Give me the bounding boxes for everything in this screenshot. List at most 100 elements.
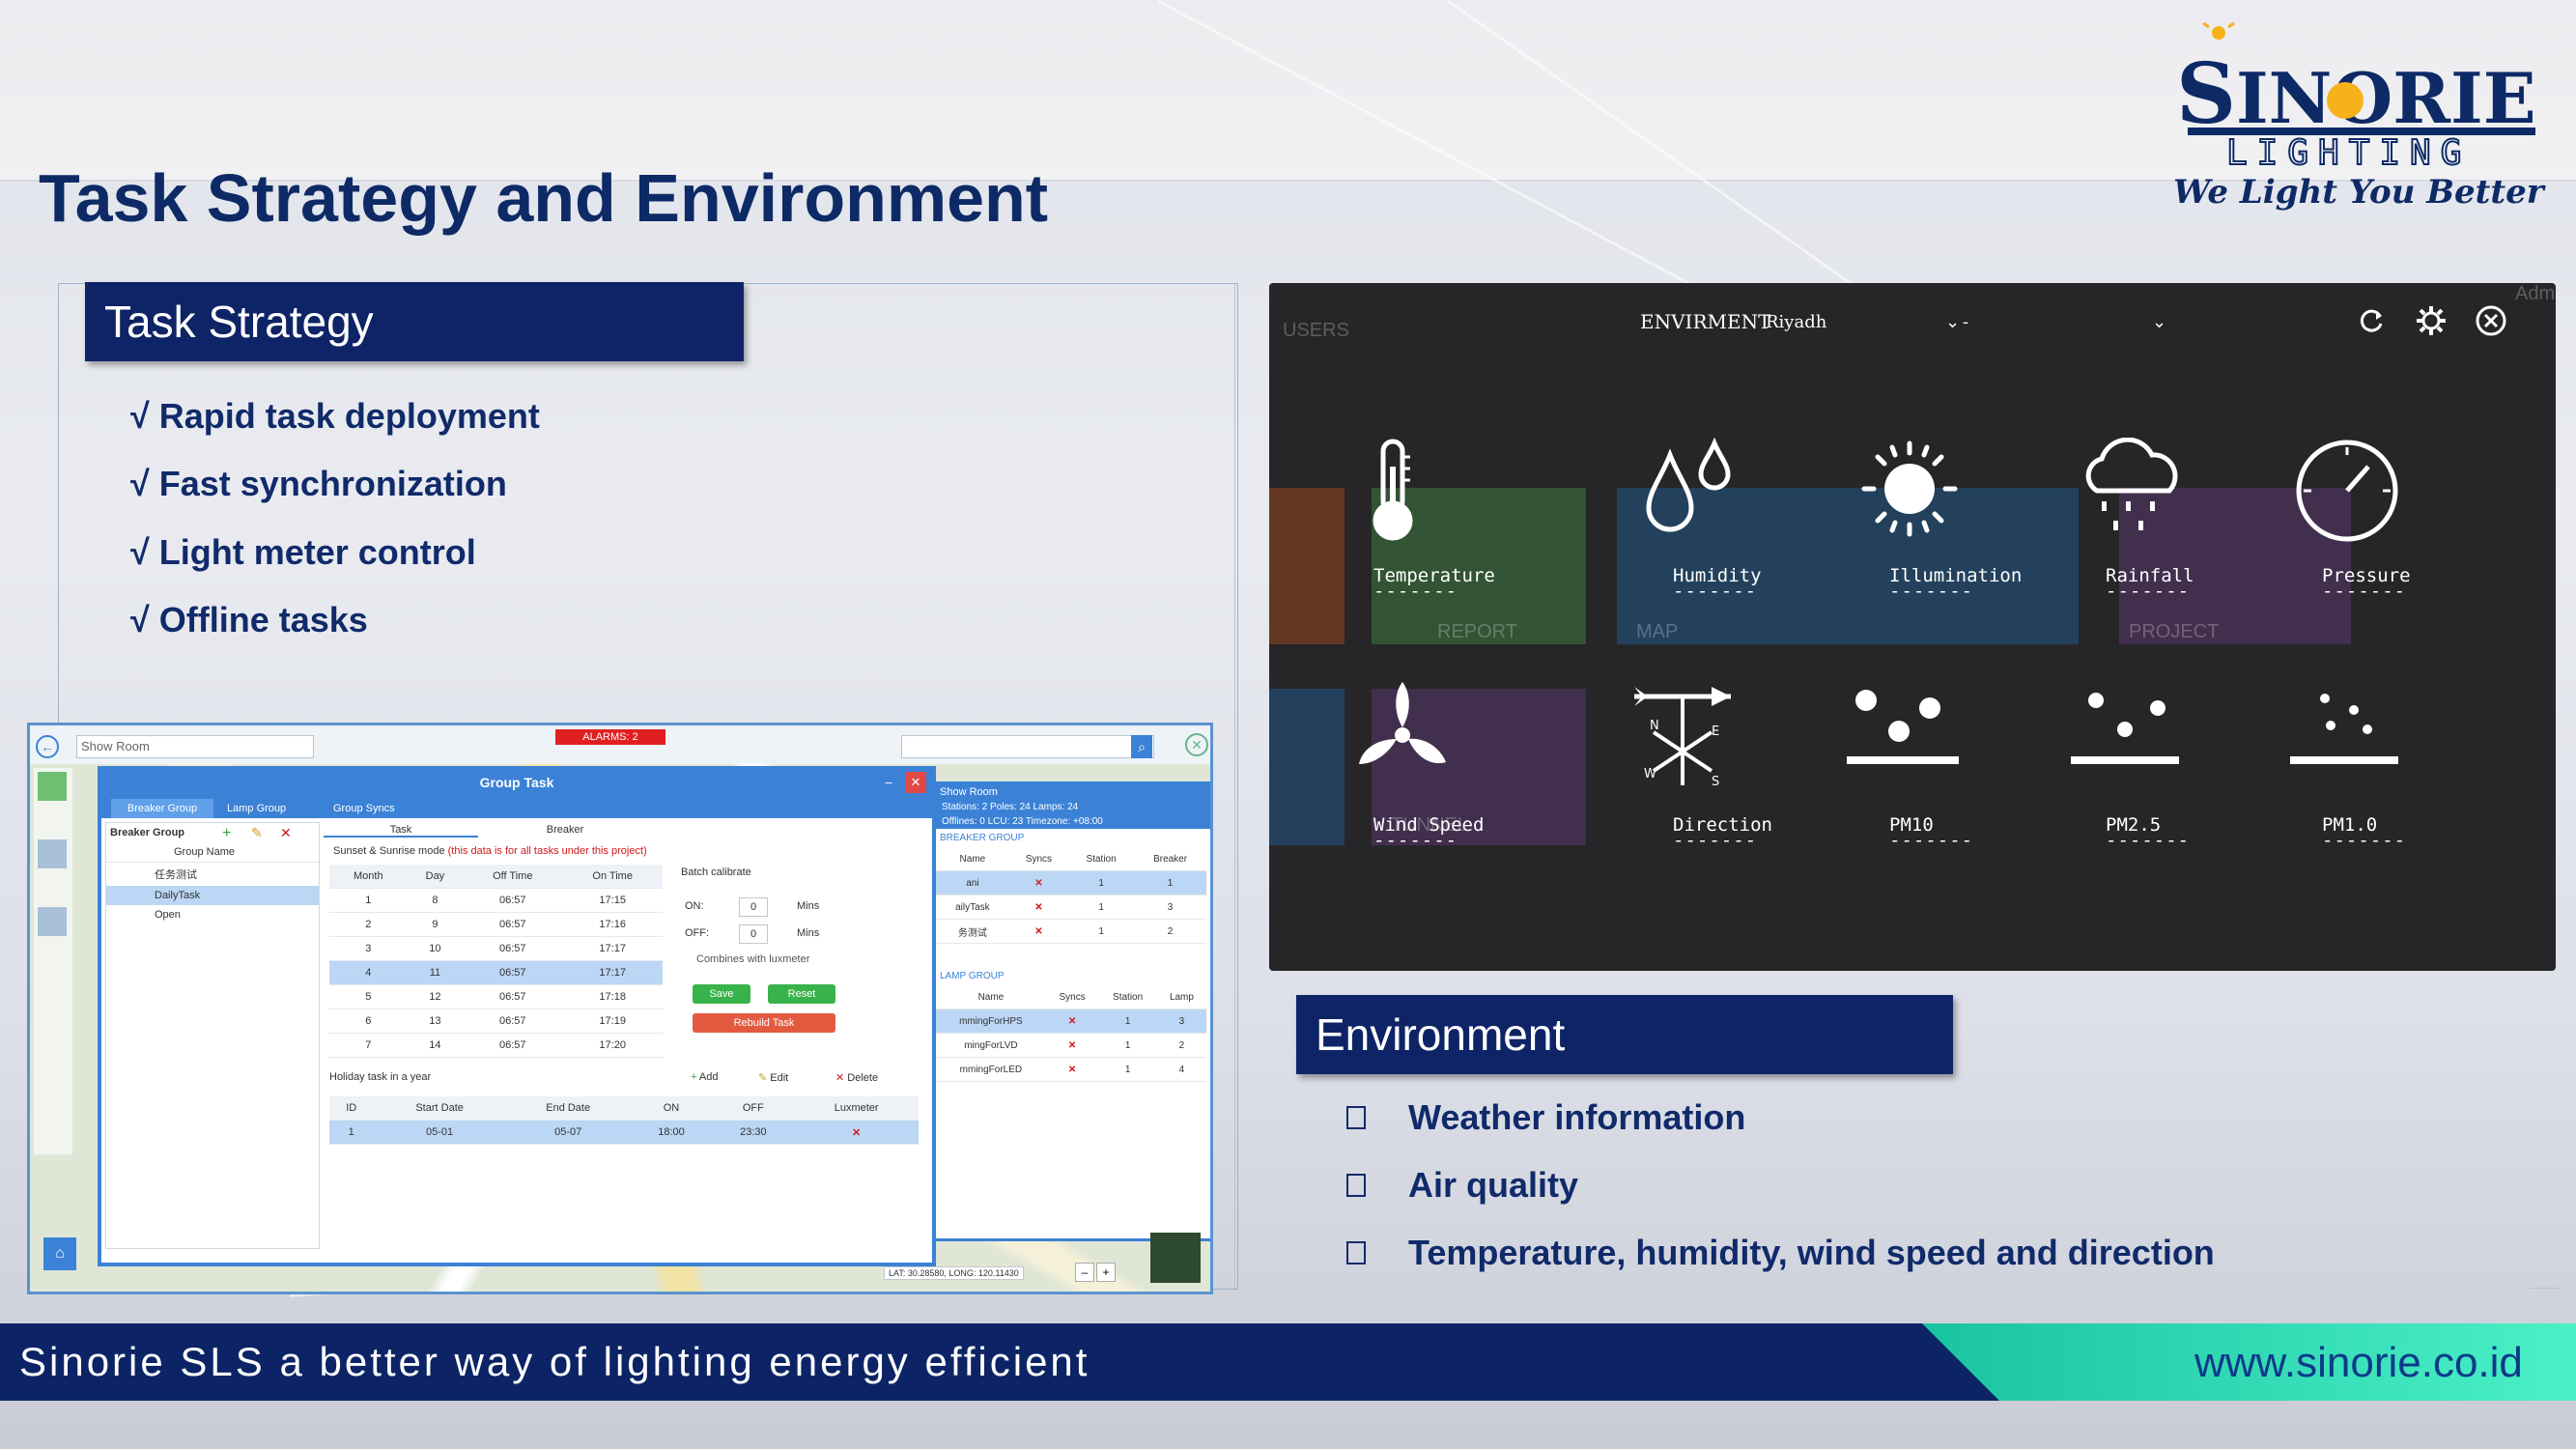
col-luxmeter: Luxmeter: [794, 1096, 919, 1121]
table-row[interactable]: ailyTask ✕ 1 3: [936, 895, 1206, 920]
zoom-in-button[interactable]: +: [1096, 1263, 1116, 1282]
add-icon[interactable]: +: [222, 825, 231, 842]
table-row[interactable]: 6 13 06:57 17:19: [329, 1009, 663, 1034]
minimize-window-icon[interactable]: –: [878, 772, 899, 793]
alarm-badge[interactable]: ALARMS: 2: [555, 729, 665, 745]
slide-title: Task Strategy and Environment: [39, 160, 1049, 236]
table-row[interactable]: mmingForHPS ✕ 1 3: [936, 1009, 1206, 1034]
col: Station: [1098, 985, 1157, 1009]
batch-label: Batch calibrate: [681, 867, 751, 878]
cell: 11: [407, 960, 464, 985]
cell: 1: [1098, 1033, 1157, 1058]
table-row[interactable]: 2 9 06:57 17:16: [329, 912, 663, 937]
table-row[interactable]: 1 8 06:57 17:15: [329, 888, 663, 913]
svg-text:N: N: [1650, 719, 1659, 733]
close-icon[interactable]: ✕: [1185, 733, 1208, 756]
edit-holiday-button[interactable]: ✎ Edit: [758, 1071, 788, 1084]
cell: 12: [407, 984, 464, 1009]
cell: 1: [1068, 895, 1135, 920]
search-icon[interactable]: ⌕: [1131, 735, 1152, 758]
tab-breaker-group[interactable]: Breaker Group: [111, 799, 213, 818]
group-item[interactable]: Open: [106, 905, 319, 924]
website-link[interactable]: www.sinorie.co.id: [2194, 1339, 2523, 1387]
back-icon[interactable]: ←: [36, 735, 59, 758]
add-label: Add: [698, 1071, 719, 1083]
add-holiday-button[interactable]: + Add: [691, 1071, 718, 1083]
close-window-icon[interactable]: ✕: [905, 772, 926, 793]
rebuild-task-button[interactable]: Rebuild Task: [693, 1013, 835, 1033]
close-icon[interactable]: [2475, 304, 2507, 337]
table-row[interactable]: 7 14 06:57 17:20: [329, 1033, 663, 1058]
svg-text:W: W: [1644, 767, 1656, 781]
table-row-selected[interactable]: 4 11 06:57 17:17: [329, 960, 663, 985]
home-icon[interactable]: ⌂: [43, 1237, 76, 1270]
combines-checkbox[interactable]: Combines with luxmeter: [696, 953, 809, 965]
gear-icon[interactable]: [2415, 304, 2448, 337]
x-mark-icon: ✕: [1008, 870, 1069, 895]
cell: 06:57: [463, 1033, 563, 1058]
sidebar-item-station[interactable]: [38, 839, 67, 868]
off-value-field[interactable]: 0: [739, 924, 768, 944]
cell: 06:57: [463, 888, 563, 913]
sensor-direction: Direction -------: [1673, 814, 1866, 851]
add-icon: +: [691, 1071, 699, 1083]
show-room-stats: Stations: 2 Poles: 24 Lamps: 24: [936, 800, 1210, 814]
refresh-icon[interactable]: [2355, 304, 2388, 337]
left-sidebar: [34, 768, 72, 1154]
col-start: Start Date: [373, 1096, 506, 1121]
bg-admin-label: Admin: [2515, 283, 2556, 304]
bullet-text: Weather information: [1408, 1097, 1746, 1137]
table-row[interactable]: 务测试 ✕ 1 2: [936, 919, 1206, 944]
cell: mmingForHPS: [936, 1009, 1046, 1034]
project-select[interactable]: Show Room: [76, 735, 314, 758]
table-row[interactable]: mingForLVD ✕ 1 2: [936, 1033, 1206, 1058]
cell: 17:16: [562, 912, 663, 937]
group-item-selected[interactable]: DailyTask: [106, 886, 319, 905]
satellite-toggle[interactable]: [1150, 1233, 1201, 1283]
sensor-value: -------: [2322, 581, 2407, 602]
col: Syncs: [1045, 985, 1099, 1009]
bullet-box-icon: [1346, 1106, 1366, 1129]
wind-turbine-icon: [1359, 682, 1446, 764]
bg-tile-label: PROJECT: [2129, 621, 2220, 642]
search-input[interactable]: [901, 735, 1154, 758]
cell: 06:57: [463, 984, 563, 1009]
cell: 17:17: [562, 960, 663, 985]
col-end: End Date: [505, 1096, 631, 1121]
group-item[interactable]: 任务测试: [106, 863, 319, 886]
group-name-header: Group Name: [106, 842, 319, 863]
subtab-task[interactable]: Task: [324, 824, 478, 838]
reset-button[interactable]: Reset: [768, 984, 835, 1004]
col: Name: [936, 985, 1046, 1009]
edit-icon[interactable]: ✎: [251, 825, 263, 841]
save-button[interactable]: Save: [693, 984, 750, 1004]
svg-text:LIGHTING: LIGHTING: [2226, 133, 2471, 173]
table-row[interactable]: ani ✕ 1 1: [936, 870, 1206, 895]
delete-holiday-button[interactable]: ✕ Delete: [835, 1071, 878, 1084]
sun-icon: [1861, 440, 1958, 537]
breaker-group-table: Name Syncs Station Breaker ani ✕ 1 1 ailyTask ✕…: [936, 847, 1206, 944]
tab-bar: Breaker Group Lamp Group Group Syncs: [101, 795, 932, 818]
cell: 06:57: [463, 912, 563, 937]
sensor-pm1: PM1.0 -------: [2322, 814, 2515, 851]
cell: 05-07: [505, 1120, 631, 1145]
on-value-field[interactable]: 0: [739, 897, 768, 917]
tab-group-syncs[interactable]: Group Syncs: [333, 799, 395, 818]
table-row[interactable]: mmingForLED ✕ 1 4: [936, 1057, 1206, 1082]
col-month: Month: [329, 865, 408, 889]
sub-select[interactable]: - ⌄: [1963, 312, 2166, 332]
environment-title: ENVIRMENT: [1640, 310, 1771, 333]
table-row-selected[interactable]: 1 05-01 05-07 18:00 23:30 ✕: [329, 1120, 919, 1145]
location-select[interactable]: Riyadh ⌄: [1766, 312, 1960, 332]
sidebar-item-lamp[interactable]: [38, 907, 67, 936]
sensor-temperature: Temperature -------: [1373, 565, 1596, 602]
subtab-breaker[interactable]: Breaker: [488, 824, 642, 836]
location-value: Riyadh: [1766, 312, 1827, 332]
sidebar-item-group[interactable]: [38, 772, 67, 801]
delete-icon[interactable]: ✕: [280, 825, 292, 841]
sensor-value: -------: [1673, 581, 1758, 602]
table-row[interactable]: 5 12 06:57 17:18: [329, 984, 663, 1009]
tab-lamp-group[interactable]: Lamp Group: [227, 799, 286, 818]
zoom-out-button[interactable]: –: [1075, 1263, 1094, 1282]
table-row[interactable]: 3 10 06:57 17:17: [329, 936, 663, 961]
